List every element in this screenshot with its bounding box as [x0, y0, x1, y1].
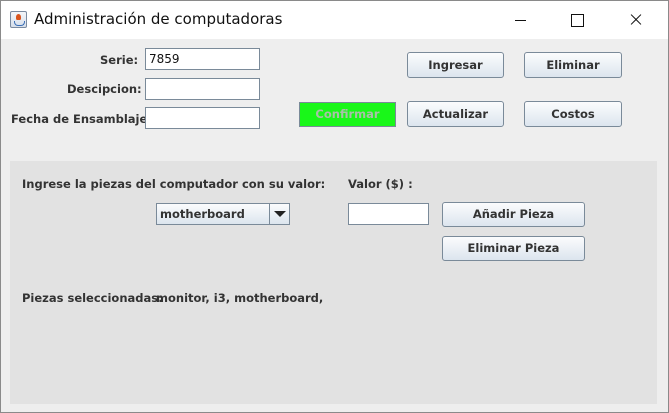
selected-label: Piezas seleccionadas:	[22, 291, 163, 305]
valor-label: Valor ($) :	[348, 177, 413, 191]
confirmar-button[interactable]: Confirmar	[299, 102, 396, 127]
serie-label: Serie:	[100, 53, 139, 67]
add-pieza-button[interactable]: Añadir Pieza	[442, 202, 585, 227]
pieza-select[interactable]: motherboard	[156, 203, 290, 225]
fecha-field[interactable]	[145, 107, 260, 129]
minimize-button[interactable]	[498, 1, 544, 39]
pieza-select-value: motherboard	[160, 207, 245, 221]
fecha-label: Fecha de Ensamblaje	[11, 112, 148, 126]
maximize-button[interactable]	[554, 1, 600, 39]
remove-pieza-button[interactable]: Eliminar Pieza	[442, 236, 585, 261]
instruction-label: Ingrese la piezas del computador con su …	[22, 177, 326, 191]
java-cup-icon	[10, 11, 27, 28]
main-window: Administración de computadoras Serie: 78…	[0, 0, 669, 413]
title-bar[interactable]: Administración de computadoras	[1, 1, 668, 39]
actualizar-button[interactable]: Actualizar	[407, 101, 504, 127]
chevron-down-icon[interactable]	[269, 204, 289, 224]
ingresar-button[interactable]: Ingresar	[407, 52, 504, 78]
piezas-panel	[10, 161, 657, 404]
valor-field[interactable]	[348, 203, 429, 225]
costos-button[interactable]: Costos	[524, 101, 622, 127]
descripcion-field[interactable]	[145, 78, 260, 100]
window-title: Administración de computadoras	[34, 10, 283, 28]
eliminar-button[interactable]: Eliminar	[524, 52, 622, 78]
close-button[interactable]	[613, 1, 659, 39]
serie-field[interactable]: 7859	[145, 48, 260, 70]
selected-pieces: monitor, i3, motherboard,	[156, 291, 324, 305]
descripcion-label: Descipcion:	[67, 82, 142, 96]
